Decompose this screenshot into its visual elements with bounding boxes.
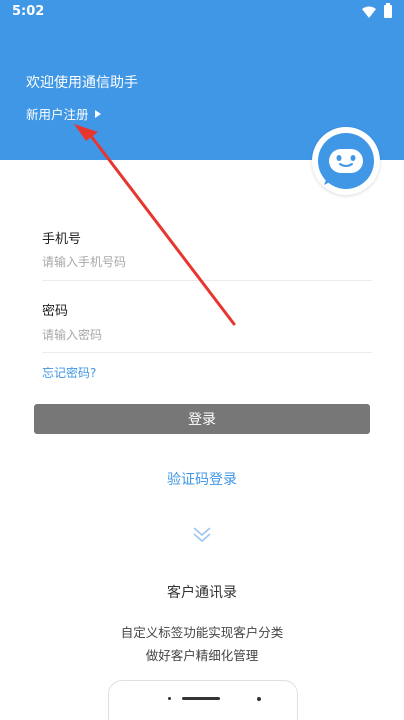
feature-title: 客户通讯录: [167, 585, 237, 601]
robot-avatar-icon: [312, 127, 380, 195]
register-label: 新用户注册: [26, 107, 89, 122]
welcome-text: 欢迎使用通信助手: [26, 75, 138, 91]
password-label: 密码: [42, 304, 69, 319]
phone-speaker: [182, 697, 220, 700]
phone-preview-image: [108, 680, 298, 720]
double-chevron-down-icon[interactable]: [191, 524, 213, 546]
login-button[interactable]: 登录: [34, 404, 370, 434]
phone-divider: [42, 280, 372, 281]
status-bar: 5:02: [0, 0, 404, 24]
battery-icon: [384, 3, 392, 18]
wifi-icon: [362, 6, 376, 18]
register-link[interactable]: 新用户注册: [26, 104, 101, 123]
status-icons: [362, 3, 392, 18]
password-divider: [42, 352, 372, 353]
phone-input[interactable]: [42, 248, 372, 276]
sms-login-link[interactable]: 验证码登录: [0, 469, 404, 489]
feature-description-1: 自定义标签功能实现客户分类: [120, 625, 284, 640]
forgot-password-link[interactable]: 忘记密码?: [42, 364, 96, 381]
password-input[interactable]: [42, 321, 372, 349]
phone-label: 手机号: [42, 232, 82, 247]
triangle-right-icon: [94, 109, 101, 118]
phone-sensor-dot: [168, 697, 171, 700]
phone-camera: [257, 697, 261, 701]
status-time: 5:02: [12, 4, 45, 19]
feature-description-2: 做好客户精细化管理: [145, 648, 259, 663]
